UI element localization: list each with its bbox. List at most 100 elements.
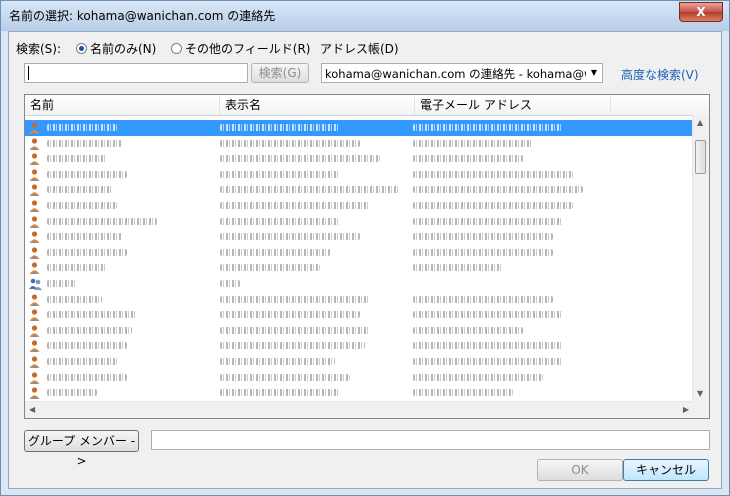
search-input[interactable] [24, 63, 248, 83]
table-row[interactable] [25, 292, 693, 308]
person-icon [29, 122, 40, 134]
search-button[interactable]: 検索(G) [251, 63, 309, 83]
contact-display-name [220, 311, 360, 319]
person-icon [29, 137, 40, 150]
scroll-left-icon[interactable]: ◀ [29, 405, 35, 414]
text-cursor [28, 66, 29, 80]
person-icon [29, 262, 40, 275]
table-row[interactable] [25, 385, 693, 401]
table-row[interactable] [25, 136, 693, 152]
contact-email [413, 139, 533, 147]
person-icon [29, 247, 40, 259]
contact-name [47, 139, 122, 147]
column-header-name[interactable]: 名前 [25, 95, 220, 115]
person-icon [29, 215, 40, 228]
contact-email [413, 170, 573, 178]
contact-email [413, 326, 523, 334]
contact-name [47, 233, 122, 241]
contact-name [47, 186, 112, 194]
scroll-right-icon[interactable]: ▶ [683, 405, 689, 414]
other-fields-radio[interactable] [171, 43, 182, 54]
contacts-list[interactable]: 名前 表示名 電子メール アドレス ▲ ▼ ◀ ▶ [24, 94, 710, 419]
column-header-email[interactable]: 電子メール アドレス [415, 95, 611, 115]
contact-display-name [220, 326, 370, 334]
table-row[interactable] [25, 120, 693, 136]
other-fields-label[interactable]: その他のフィールド(R) [185, 40, 310, 57]
contact-display-name [220, 124, 340, 131]
vertical-scrollbar[interactable]: ▲ ▼ [692, 115, 709, 401]
contact-display-name [220, 264, 320, 272]
table-row[interactable] [25, 167, 693, 183]
person-icon [29, 356, 40, 368]
contact-display-name [220, 389, 340, 397]
contact-email [413, 217, 563, 225]
contact-name [47, 342, 127, 350]
contact-email [413, 357, 563, 365]
contact-display-name [220, 217, 340, 225]
table-row[interactable] [25, 276, 693, 292]
contact-email [413, 233, 553, 241]
table-row[interactable] [25, 307, 693, 323]
contact-email [413, 342, 563, 350]
table-row[interactable] [25, 245, 693, 261]
title-bar: 名前の選択: kohama@wanichan.com の連絡先 X [1, 1, 729, 31]
table-row[interactable] [25, 229, 693, 245]
contact-display-name [220, 233, 360, 241]
table-row[interactable] [25, 182, 693, 198]
contact-name [47, 124, 117, 131]
horizontal-scrollbar[interactable]: ◀ ▶ [25, 401, 693, 418]
address-book-select[interactable]: kohama@wanichan.com の連絡先 - kohama@wanic … [321, 63, 603, 83]
search-label: 検索(S): [16, 42, 62, 56]
person-icon [29, 293, 40, 306]
contact-display-name [220, 342, 365, 350]
contact-name [47, 295, 102, 303]
address-book-label: アドレス帳(D) [320, 42, 399, 56]
table-row[interactable] [25, 338, 693, 354]
contact-display-name [220, 139, 360, 147]
contact-email [413, 201, 573, 209]
name-only-label[interactable]: 名前のみ(N) [90, 40, 156, 57]
dialog-body: 検索(S): 名前のみ(N) その他のフィールド(R) アドレス帳(D) 検索(… [8, 31, 722, 489]
table-row[interactable] [25, 260, 693, 276]
contact-email [413, 186, 583, 194]
table-row[interactable] [25, 214, 693, 230]
scroll-down-icon[interactable]: ▼ [697, 389, 703, 398]
person-icon [29, 184, 40, 197]
window-title: 名前の選択: kohama@wanichan.com の連絡先 [9, 9, 276, 23]
contact-email [413, 124, 563, 131]
contact-email [413, 264, 503, 272]
group-members-button[interactable]: グループ メンバー -> [24, 430, 139, 468]
contact-display-name [220, 186, 400, 194]
column-header-display-name[interactable]: 表示名 [220, 95, 415, 115]
contact-name [47, 373, 127, 381]
contact-display-name [220, 155, 380, 163]
person-icon [29, 200, 40, 212]
ok-button[interactable]: OK [537, 459, 623, 481]
scroll-corner [692, 401, 709, 418]
table-row[interactable] [25, 370, 693, 386]
person-icon [29, 387, 40, 400]
person-icon [29, 371, 40, 384]
dropdown-arrow-icon[interactable]: ▼ [586, 64, 602, 82]
contact-display-name [220, 279, 240, 287]
close-button[interactable]: X [679, 2, 723, 22]
contact-group-icon [29, 278, 42, 290]
scroll-up-icon[interactable]: ▲ [697, 118, 703, 127]
scroll-thumb[interactable] [695, 140, 706, 174]
cancel-button[interactable]: キャンセル [623, 459, 709, 481]
name-only-radio[interactable] [76, 43, 87, 54]
contact-name [47, 326, 132, 334]
table-row[interactable] [25, 323, 693, 339]
contact-name [47, 155, 107, 163]
person-icon [29, 340, 40, 353]
advanced-search-link[interactable]: 高度な検索(V) [621, 66, 699, 83]
person-icon [29, 325, 40, 337]
table-row[interactable] [25, 151, 693, 167]
table-row[interactable] [25, 354, 693, 370]
contact-name [47, 357, 117, 365]
members-field[interactable] [151, 430, 710, 450]
contact-display-name [220, 357, 335, 365]
contact-display-name [220, 373, 350, 381]
table-row[interactable] [25, 198, 693, 214]
select-names-dialog: 名前の選択: kohama@wanichan.com の連絡先 X 検索(S):… [0, 0, 730, 496]
